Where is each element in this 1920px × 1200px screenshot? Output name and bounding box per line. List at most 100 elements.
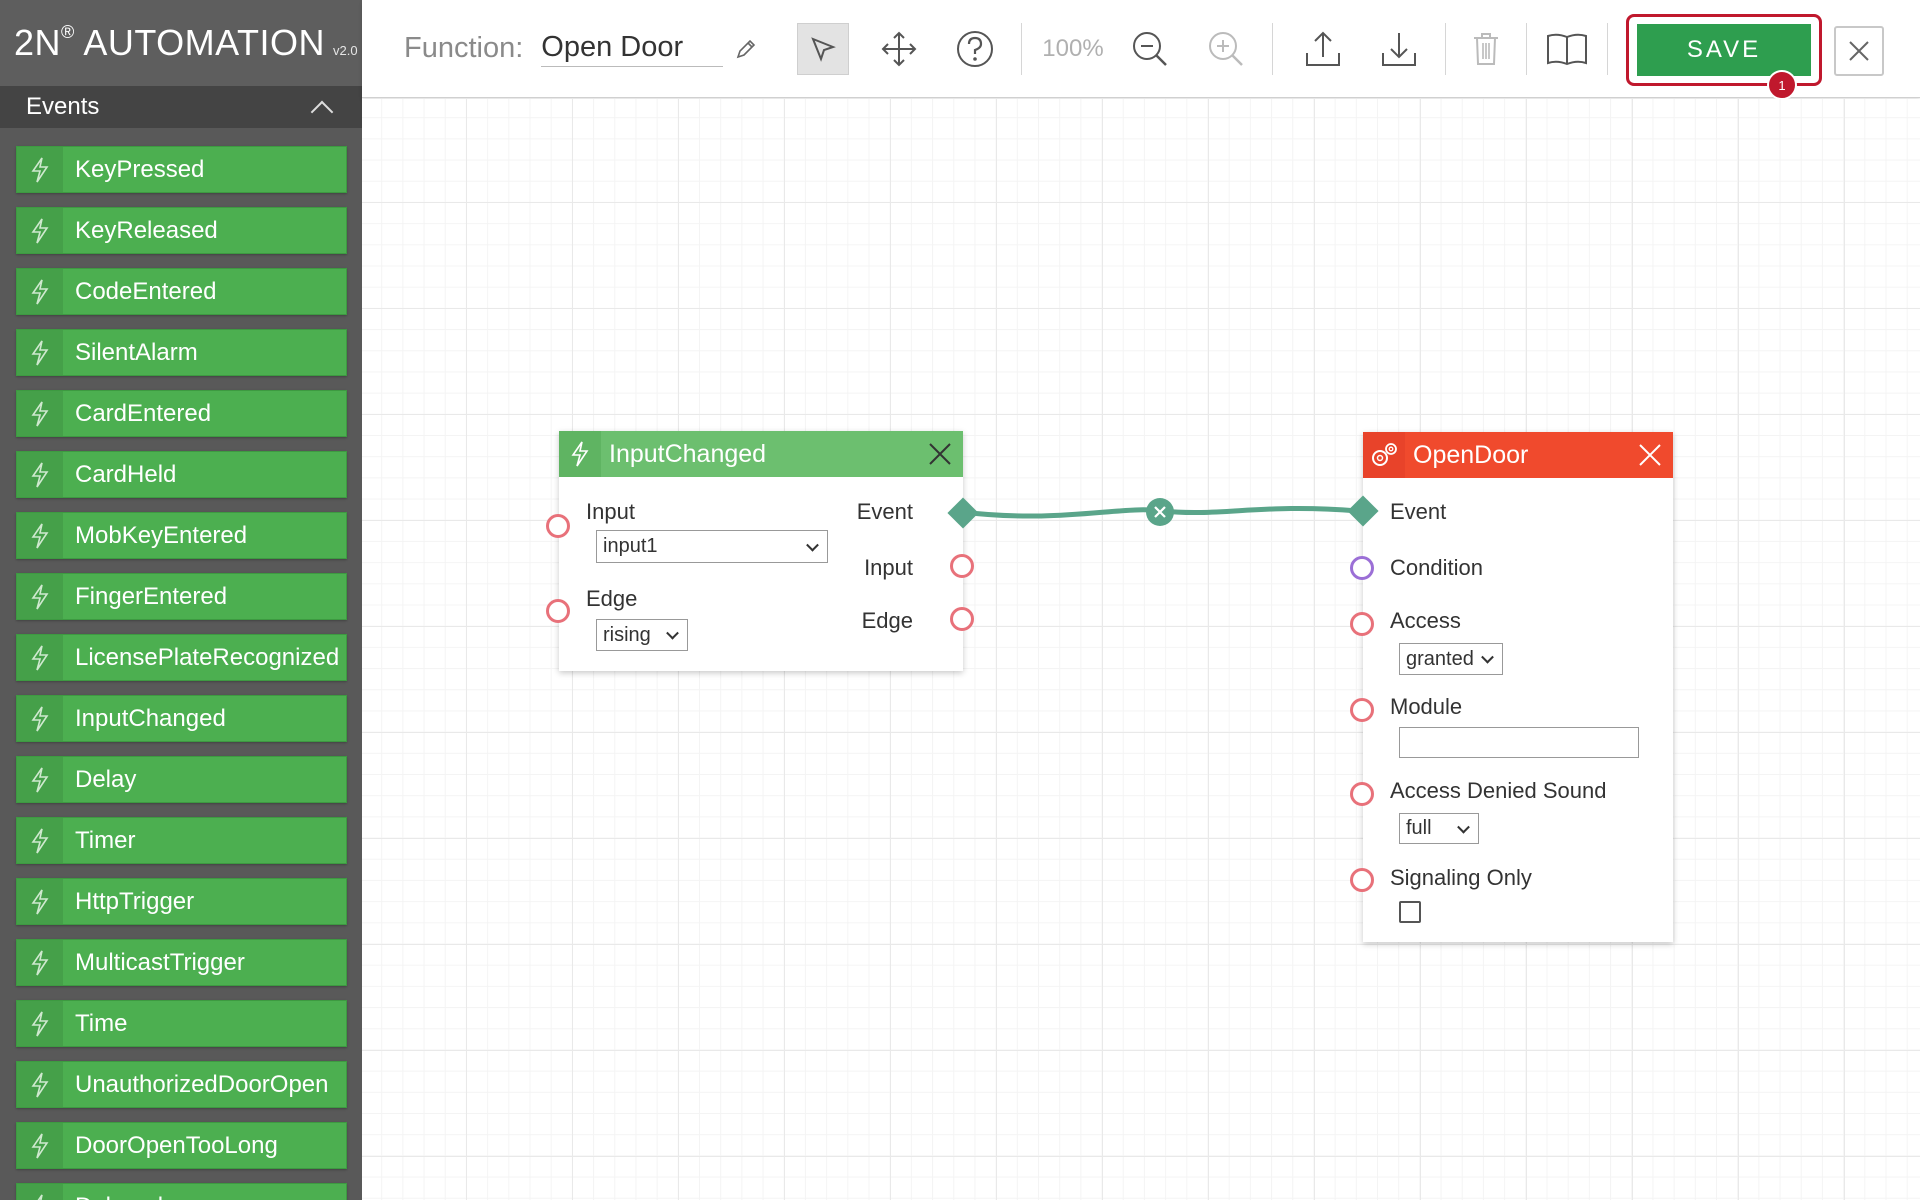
lightning-icon [17,1062,63,1107]
sidebar-item-unauthorizeddooropen[interactable]: UnauthorizedDoorOpen [16,1061,347,1108]
sidebar-item-mobkeyentered[interactable]: MobKeyEntered [16,512,347,559]
module-label: Module [1390,694,1463,719]
event-label: Event [1390,499,1447,524]
sidebar-item-time[interactable]: Time [16,1000,347,1047]
lightning-icon [17,208,63,253]
lightning-icon [17,391,63,436]
condition-label: Condition [1390,555,1483,580]
sidebar-item-licenseplaterecognized[interactable]: LicensePlateRecognized [16,634,347,681]
input-select-value: input1 [603,535,658,557]
upload-icon[interactable] [1297,23,1349,75]
open-door-node-title: OpenDoor [1413,440,1529,469]
sidebar: 2N® AUTOMATION v2.0 Events KeyPressed Key… [0,0,362,1200]
toolbar-divider [1444,22,1446,75]
events-section-header[interactable]: Events [0,86,362,128]
lightning-icon [17,452,63,497]
edge-output-port[interactable] [950,607,974,631]
signaling-only-port[interactable] [1350,868,1374,892]
sidebar-item-inputchanged[interactable]: InputChanged [16,695,347,742]
brand-name: 2N® AUTOMATION [14,22,325,63]
close-icon[interactable] [927,441,953,467]
sidebar-item-timer[interactable]: Timer [16,817,347,864]
access-denied-sound-value: full [1406,817,1432,839]
access-denied-sound-select[interactable]: full [1399,813,1479,844]
sidebar-item-cardentered[interactable]: CardEntered [16,390,347,437]
module-input[interactable] [1399,727,1639,758]
edge-port[interactable] [546,599,570,623]
input-output-label: Input [864,555,913,580]
sidebar-item-delay[interactable]: Delay [16,756,347,803]
access-label: Access [1390,608,1461,633]
sidebar-item-label: LicensePlateRecognized [75,643,340,671]
sidebar-item-fingerentered[interactable]: FingerEntered [16,573,347,620]
sidebar-item-label: UnauthorizedDoorOpen [75,1070,329,1098]
download-icon[interactable] [1373,23,1425,75]
sidebar-item-dooropentoolong[interactable]: DoorOpenTooLong [16,1122,347,1169]
input-changed-node[interactable]: InputChanged Input input1 Edge rising Ev… [546,431,979,671]
open-door-node[interactable]: OpenDoor Event Condition Access granted … [1347,432,1673,942]
sidebar-item-multicasttrigger[interactable]: MulticastTrigger [16,939,347,986]
input-select[interactable]: input1 [596,530,828,563]
sidebar-item-label: MulticastTrigger [75,948,245,976]
edge-select[interactable]: rising [596,619,688,651]
flow-canvas[interactable]: InputChanged Input input1 Edge rising Ev… [362,99,1920,1200]
lightning-icon [17,147,63,192]
condition-port[interactable] [1350,556,1374,580]
input-changed-node-header[interactable]: InputChanged [559,431,963,477]
sidebar-item-httptrigger[interactable]: HttpTrigger [16,878,347,925]
function-name-input[interactable]: Open Door [541,31,724,67]
lightning-icon [17,269,63,314]
edge-label: Edge [586,586,638,611]
trash-icon[interactable] [1460,23,1512,75]
toolbar-divider [1271,22,1273,75]
sidebar-item-label: DoorOpenTooLong [75,1131,278,1159]
sidebar-item-label: SilentAlarm [75,338,198,366]
brand-logo: 2N® AUTOMATION v2.0 [0,0,362,86]
close-icon[interactable] [1834,26,1884,76]
event-output-label: Event [856,499,913,524]
lightning-icon [17,1184,63,1200]
sidebar-item-label: Time [75,1009,128,1037]
sidebar-item-keyreleased[interactable]: KeyReleased [16,207,347,254]
save-button[interactable]: SAVE [1637,24,1811,76]
move-icon[interactable] [873,23,925,75]
book-icon[interactable] [1541,23,1593,75]
sidebar-item-delayed-[interactable]: Delayed... [16,1183,347,1200]
gears-icon [1363,432,1405,478]
chevron-down-icon [1481,650,1494,664]
sidebar-item-codeentered[interactable]: CodeEntered [16,268,347,315]
chevron-up-icon[interactable] [310,96,332,118]
sidebar-item-keypressed[interactable]: KeyPressed [16,146,347,193]
input-changed-node-title: InputChanged [609,439,767,468]
signaling-only-checkbox[interactable] [1399,901,1421,923]
toolbar-divider [1525,22,1527,75]
access-denied-sound-port[interactable] [1350,782,1374,806]
access-port[interactable] [1350,612,1374,636]
chevron-down-icon [806,538,819,552]
sidebar-item-cardheld[interactable]: CardHeld [16,451,347,498]
sidebar-item-label: Delayed... [75,1193,183,1200]
toolbar: Function: Open Door 100% SAVE 1 [362,0,1920,100]
zoom-in-icon[interactable] [1200,23,1252,75]
brand-version: v2.0 [332,42,358,58]
input-port[interactable] [546,514,570,538]
access-select-value: granted [1406,647,1474,670]
pencil-icon[interactable] [731,34,761,64]
sidebar-item-silentalarm[interactable]: SilentAlarm [16,329,347,376]
connection-remove-icon[interactable] [1146,498,1174,526]
zoom-out-icon[interactable] [1124,23,1176,75]
lightning-icon [559,431,601,477]
notification-badge: 1 [1767,70,1797,100]
chevron-down-icon [666,626,679,640]
help-icon[interactable] [949,23,1001,75]
zoom-level: 100% [1042,34,1104,62]
close-icon[interactable] [1637,442,1663,468]
module-port[interactable] [1350,698,1374,722]
access-select[interactable]: granted [1399,643,1503,675]
event-list: KeyPressed KeyReleased CodeEntered SilentAl… [0,146,362,1200]
input-output-port[interactable] [950,554,974,578]
input-label: Input [586,499,635,524]
select-pointer-button[interactable] [797,22,850,75]
lightning-icon [17,1001,63,1046]
open-door-node-header[interactable]: OpenDoor [1363,432,1673,478]
